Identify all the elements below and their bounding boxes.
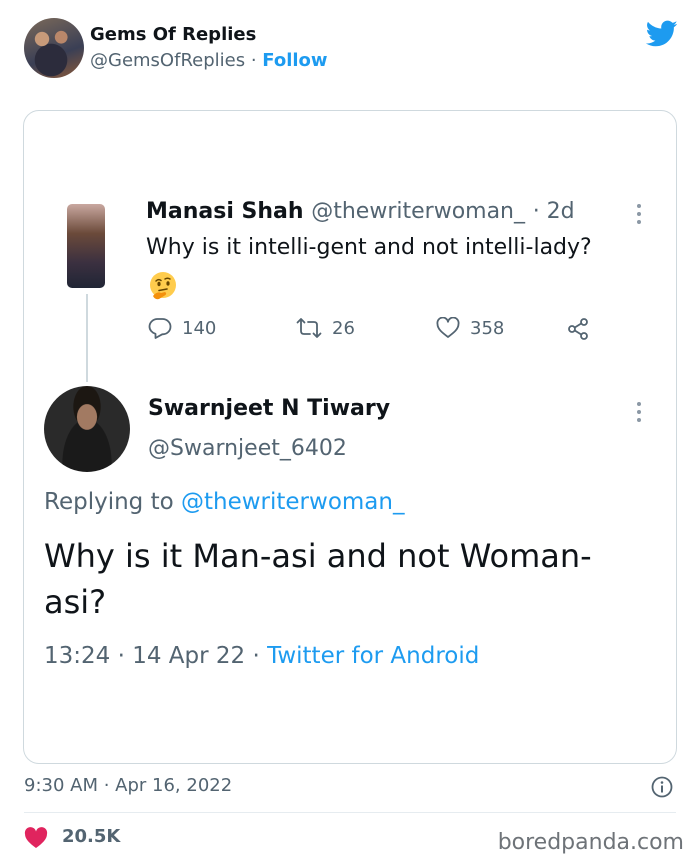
- like-action[interactable]: 358: [436, 317, 504, 339]
- watermark: boredpanda.com: [497, 830, 684, 855]
- retweet-action[interactable]: 26: [296, 317, 355, 339]
- avatar[interactable]: [24, 18, 84, 78]
- quoted-author-handle[interactable]: @thewriterwoman_: [311, 199, 525, 224]
- retweet-count: 26: [332, 317, 355, 339]
- replying-to-line: Replying to @thewriterwoman_: [44, 489, 404, 515]
- twitter-bird-icon[interactable]: [646, 20, 678, 48]
- thread-connector-line: [86, 294, 88, 382]
- account-name[interactable]: Gems Of Replies: [90, 24, 256, 45]
- reply-author-name[interactable]: Swarnjeet N Tiwary: [148, 396, 390, 421]
- like-count[interactable]: 20.5K: [62, 826, 120, 847]
- retweet-icon: [296, 318, 322, 338]
- like-count: 358: [470, 317, 505, 339]
- reply-icon: [148, 318, 172, 339]
- quoted-author-line: Manasi Shah @thewriterwoman_ · 2d: [146, 199, 575, 224]
- reply-action[interactable]: 140: [148, 317, 216, 339]
- reply-tweet-text: Why is it Man-asi and not Woman-asi?: [44, 537, 592, 621]
- thinking-face-icon: [150, 272, 176, 300]
- quoted-tweet-text: Why is it intelli-gent and not intelli-l…: [146, 235, 592, 260]
- reply-time-date: 13:24 · 14 Apr 22 ·: [44, 643, 268, 669]
- share-icon: [568, 318, 588, 340]
- reply-count: 140: [182, 317, 217, 339]
- heart-icon[interactable]: [24, 826, 48, 850]
- quoted-tweet-age: · 2d: [532, 199, 575, 224]
- more-options-icon[interactable]: [636, 203, 642, 225]
- separator: ·: [245, 50, 263, 71]
- reply-author-avatar[interactable]: [44, 386, 130, 472]
- quoted-tweet-actions: 140 26 358: [146, 317, 588, 347]
- reply-author-handle[interactable]: @Swarnjeet_6402: [148, 436, 347, 461]
- replying-to-prefix: Replying to: [44, 489, 181, 515]
- more-options-icon[interactable]: [636, 401, 642, 423]
- tweet-timestamp[interactable]: 9:30 AM · Apr 16, 2022: [24, 775, 232, 796]
- reply-meta-line: 13:24 · 14 Apr 22 · Twitter for Android: [44, 643, 479, 669]
- divider: [24, 812, 676, 813]
- account-handle-row: @GemsOfReplies · Follow: [90, 50, 328, 71]
- heart-outline-icon: [436, 317, 460, 338]
- share-action[interactable]: [566, 317, 590, 341]
- account-handle[interactable]: @GemsOfReplies: [90, 50, 245, 71]
- info-icon[interactable]: [651, 776, 673, 798]
- tweet-source-link[interactable]: Twitter for Android: [267, 643, 479, 669]
- replying-to-link[interactable]: @thewriterwoman_: [181, 489, 405, 515]
- quoted-author-avatar[interactable]: [67, 204, 105, 288]
- quoted-author-name[interactable]: Manasi Shah: [146, 199, 304, 224]
- embedded-tweet-card: Manasi Shah @thewriterwoman_ · 2d Why is…: [23, 110, 677, 764]
- follow-button[interactable]: Follow: [262, 50, 327, 71]
